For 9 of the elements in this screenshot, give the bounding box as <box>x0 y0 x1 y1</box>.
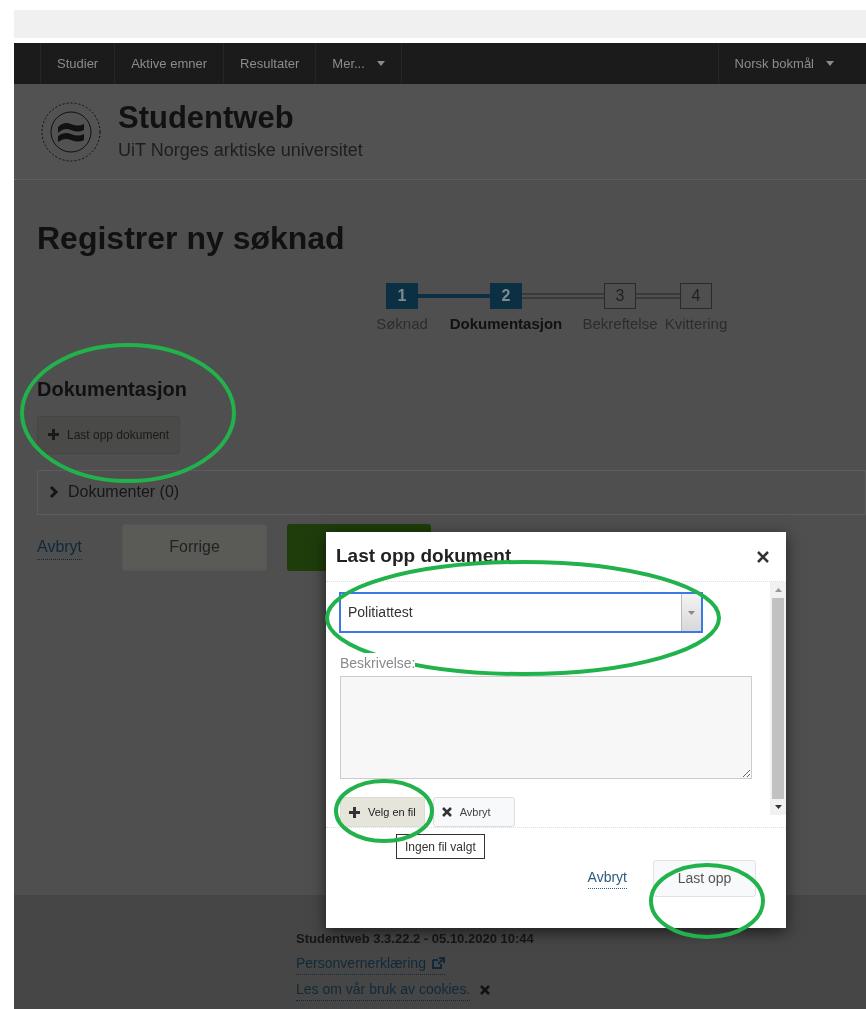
dialog-title: Last opp dokument <box>336 544 512 569</box>
section-title: Dokumentasjon <box>37 376 188 402</box>
step-number: 2 <box>490 283 522 309</box>
site-title: Studentweb <box>118 99 295 137</box>
step-number: 1 <box>386 283 418 309</box>
step-label: Dokumentasjon <box>449 314 563 334</box>
page-title: Registrer ny søknad <box>37 219 345 258</box>
documents-panel-label: Dokumenter (0) <box>68 482 180 502</box>
file-status-tooltip: Ingen fil valgt <box>396 834 485 859</box>
